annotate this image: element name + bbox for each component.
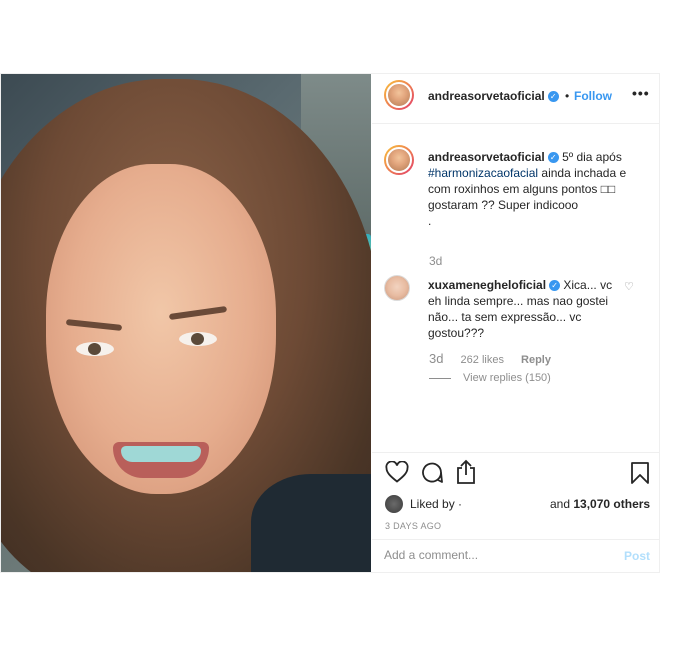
- view-replies-button[interactable]: View replies (150): [429, 372, 551, 384]
- follow-button[interactable]: Follow: [574, 89, 612, 103]
- others-count[interactable]: 13,070 others: [573, 497, 650, 511]
- verified-check-icon: ✓: [547, 91, 559, 103]
- post-date[interactable]: 3 DAYS AGO: [385, 521, 441, 531]
- liked-by-user[interactable]: ·: [458, 497, 462, 511]
- caption-author-avatar[interactable]: [384, 145, 414, 175]
- post-actions: Liked by · and 13,070 others 3 DAYS AGO …: [372, 452, 660, 572]
- reply-button[interactable]: Reply: [521, 354, 551, 366]
- post-photo[interactable]: [1, 74, 371, 572]
- liked-by-label: Liked by: [410, 497, 455, 511]
- bookmark-icon[interactable]: [630, 461, 650, 485]
- caption-timestamp[interactable]: 3d: [429, 254, 442, 268]
- author-username[interactable]: andreasorvetaoficial ✓: [428, 89, 559, 103]
- commenter-avatar[interactable]: [384, 275, 410, 301]
- commenter-username[interactable]: xuxamenegheloficial: [428, 278, 546, 292]
- liked-others[interactable]: and 13,070 others: [550, 497, 650, 511]
- comment-meta: 3d 262 likes Reply: [429, 351, 551, 366]
- comment-body: xuxamenegheloficial ✓ Xica... vc eh linda…: [428, 277, 618, 341]
- liked-by-avatar[interactable]: [385, 495, 403, 513]
- view-replies-label[interactable]: View replies (150): [463, 372, 551, 384]
- photo-teeth: [121, 446, 201, 462]
- liked-by-text: Liked by ·: [410, 497, 462, 511]
- comment-likes[interactable]: 262 likes: [461, 354, 504, 366]
- author-avatar[interactable]: [384, 80, 414, 110]
- view-replies-line: [429, 377, 451, 379]
- comment-timestamp[interactable]: 3d: [429, 351, 443, 366]
- photo-right-eye: [179, 332, 217, 346]
- and-label: and: [550, 497, 571, 511]
- photo-left-eye: [76, 342, 114, 356]
- post-sidebar: andreasorvetaoficial ✓ • Follow ••• andre…: [372, 74, 660, 572]
- add-comment-row: Post: [372, 539, 660, 573]
- post-comment-button[interactable]: Post: [624, 549, 650, 563]
- comment-bubble-icon[interactable]: [420, 461, 444, 485]
- add-comment-input[interactable]: [384, 548, 604, 562]
- caption-username[interactable]: andreasorvetaoficial: [428, 150, 545, 164]
- caption-text-before: 5º dia após: [562, 150, 622, 164]
- comment-like-icon[interactable]: ♡: [624, 280, 634, 293]
- like-heart-icon[interactable]: [385, 461, 409, 483]
- post-header: andreasorvetaoficial ✓ • Follow •••: [372, 74, 660, 124]
- photo-shirt: [251, 474, 371, 572]
- header-separator: •: [565, 89, 570, 103]
- caption-dots: .: [428, 214, 432, 228]
- verified-check-icon: ✓: [549, 280, 561, 292]
- verified-check-icon: ✓: [547, 152, 559, 164]
- more-options-icon[interactable]: •••: [632, 85, 650, 101]
- post-caption: andreasorvetaoficial ✓ 5º dia após #harmo…: [428, 149, 650, 229]
- author-username-text[interactable]: andreasorvetaoficial: [428, 89, 545, 103]
- caption-hashtag-link[interactable]: #harmonizacaofacial: [428, 166, 538, 180]
- instagram-post: andreasorvetaoficial ✓ • Follow ••• andre…: [0, 73, 660, 573]
- share-icon[interactable]: [454, 459, 478, 485]
